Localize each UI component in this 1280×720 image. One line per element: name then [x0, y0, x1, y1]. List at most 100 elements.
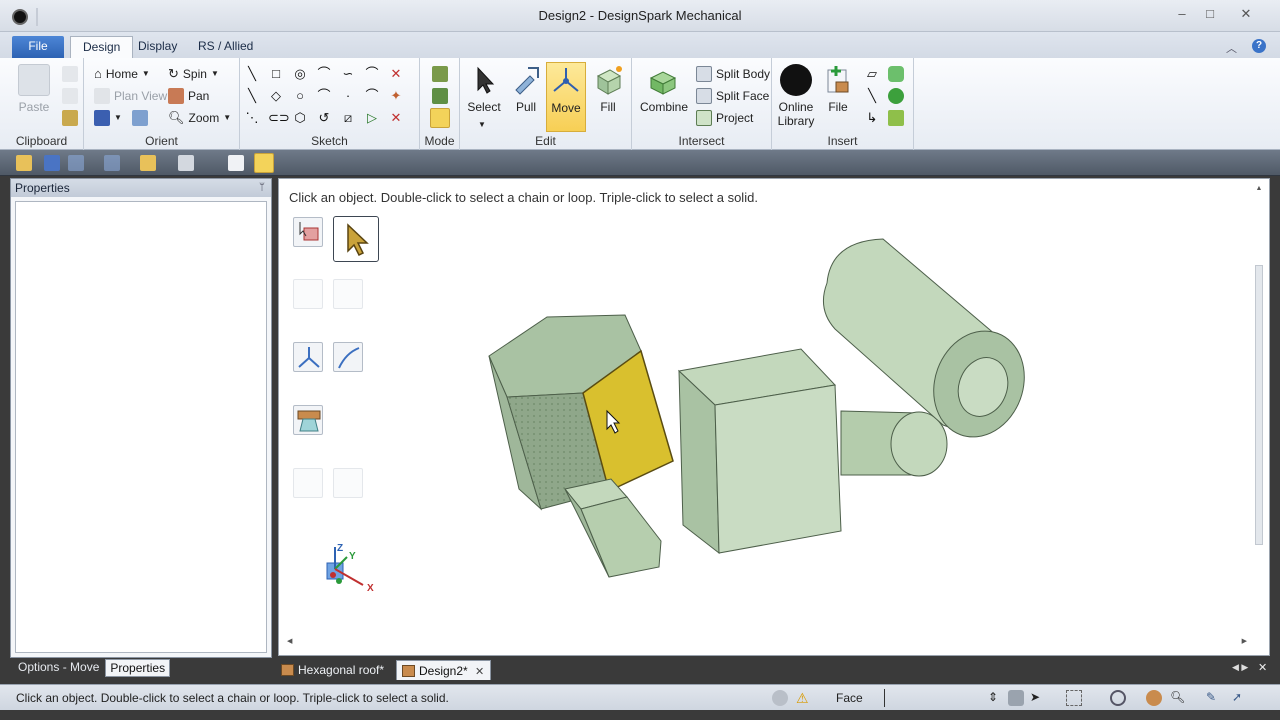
- plane-icon[interactable]: ▱: [864, 66, 880, 82]
- copy-icon[interactable]: [62, 88, 78, 104]
- slot-icon[interactable]: ⊂⊃: [268, 110, 290, 126]
- sphere-icon[interactable]: [888, 88, 904, 104]
- stop-icon[interactable]: [772, 690, 788, 706]
- vertical-scroll-thumb[interactable]: [1255, 265, 1263, 545]
- open-recent-icon[interactable]: [140, 155, 156, 171]
- split-face-button[interactable]: Split Face: [696, 86, 769, 106]
- doc-tab-hexagonal-roof[interactable]: Hexagonal roof*: [276, 660, 390, 680]
- shell-icon[interactable]: [888, 110, 904, 126]
- insert-file-button[interactable]: File: [818, 62, 858, 114]
- format-painter-icon[interactable]: [62, 110, 78, 126]
- section-view-icon[interactable]: [1110, 690, 1126, 706]
- online-library-button[interactable]: Online Library: [776, 62, 816, 128]
- sketch-grid-toggle-icon[interactable]: [254, 153, 274, 173]
- create-rounded-corner-icon[interactable]: ▷: [364, 110, 380, 126]
- pull-button[interactable]: Pull: [506, 62, 546, 114]
- selection-filter-value[interactable]: Face: [836, 691, 863, 705]
- small-cylinder-body[interactable]: [840, 410, 948, 477]
- axis-icon[interactable]: ╲: [864, 88, 880, 104]
- three-point-rectangle-icon[interactable]: ◇: [268, 88, 284, 104]
- sketch-mode-icon[interactable]: [432, 66, 448, 82]
- circle-icon[interactable]: ◎: [292, 66, 308, 82]
- zoom-button[interactable]: 🔍︎ Zoom ▼: [168, 108, 231, 128]
- arrow-tool-icon[interactable]: ➚: [1232, 690, 1248, 706]
- scroll-selection-icon[interactable]: ⇕: [988, 690, 1004, 706]
- save-icon[interactable]: [44, 155, 60, 171]
- tab-design[interactable]: Design: [70, 36, 134, 58]
- view-cube-button[interactable]: ▼: [94, 108, 148, 128]
- wedge-body[interactable]: [564, 478, 662, 578]
- minimize-button[interactable]: –: [1168, 5, 1196, 23]
- design-viewport[interactable]: Click an object. Double-click to select …: [278, 178, 1270, 656]
- zoom-status-icon[interactable]: 🔍︎: [1170, 690, 1186, 706]
- three-point-arc-icon[interactable]: ↺: [316, 110, 332, 126]
- properties-toggle-icon[interactable]: [228, 155, 244, 171]
- select-mode-icon[interactable]: ➤: [1030, 690, 1046, 706]
- trim-icon[interactable]: ✕: [388, 66, 404, 82]
- close-window-button[interactable]: ✕: [1232, 5, 1260, 23]
- box-select-icon[interactable]: [1066, 690, 1082, 706]
- line-icon[interactable]: ╲: [244, 66, 260, 82]
- paste-button[interactable]: Paste: [14, 62, 54, 114]
- pin-icon[interactable]: ᛘ: [259, 182, 265, 193]
- pencil-icon[interactable]: ✎: [1206, 690, 1222, 706]
- select-chevron-down-icon[interactable]: ▼: [478, 120, 486, 129]
- combine-button[interactable]: Combine: [640, 62, 688, 114]
- section-mode-icon[interactable]: [432, 88, 448, 104]
- maximize-button[interactable]: □: [1196, 5, 1224, 23]
- vertical-scrollbar[interactable]: ▲: [1253, 185, 1265, 625]
- offset-curve-icon[interactable]: ⌒: [364, 88, 380, 104]
- scroll-right-icon[interactable]: ▶: [1242, 637, 1247, 645]
- close-tab-icon[interactable]: ✕: [475, 666, 484, 678]
- scroll-up-icon[interactable]: ▲: [1253, 185, 1265, 192]
- split-line-icon[interactable]: ✕: [388, 110, 404, 126]
- rectangle-icon[interactable]: □: [268, 66, 284, 82]
- tab-options-move[interactable]: Options - Move: [14, 659, 103, 677]
- spline-icon[interactable]: ∽: [340, 66, 356, 82]
- sweep-arc-icon[interactable]: ⌒: [316, 88, 332, 104]
- project-button[interactable]: Project: [696, 108, 753, 128]
- construction-line-icon[interactable]: ⋱: [244, 110, 260, 126]
- print-icon[interactable]: [178, 155, 194, 171]
- split-body-button[interactable]: Split Body: [696, 64, 770, 84]
- spin-button[interactable]: ↻ Spin ▼: [168, 64, 219, 84]
- project-to-sketch-icon[interactable]: ⧄: [340, 110, 356, 126]
- plan-view-button[interactable]: Plan View: [94, 86, 167, 106]
- point-icon[interactable]: ·: [340, 88, 356, 104]
- ellipse-icon[interactable]: ○: [292, 88, 308, 104]
- bend-icon[interactable]: ✦: [388, 88, 404, 104]
- pan-button[interactable]: Pan: [168, 86, 209, 106]
- tab-display[interactable]: Display: [126, 36, 189, 58]
- undo-icon[interactable]: [68, 155, 84, 171]
- display-style-icon[interactable]: [1146, 690, 1162, 706]
- tab-rs-allied[interactable]: RS / Allied: [186, 36, 265, 58]
- origin-icon[interactable]: ↳: [864, 110, 880, 126]
- horizontal-scrollbar[interactable]: ◀ ▶: [287, 637, 1247, 649]
- tangent-line-icon[interactable]: ╲: [244, 88, 260, 104]
- doc-tab-design2[interactable]: Design2* ✕: [396, 660, 492, 680]
- tangent-arc-icon[interactable]: ⌒: [364, 66, 380, 82]
- tab-properties[interactable]: Properties: [105, 659, 171, 677]
- home-button[interactable]: ⌂ Home ▼: [94, 64, 150, 84]
- collapse-ribbon-icon[interactable]: ︿: [1226, 40, 1237, 56]
- cut-icon[interactable]: [62, 66, 78, 82]
- open-folder-icon[interactable]: [16, 155, 32, 171]
- arc-icon[interactable]: ⌒: [316, 66, 332, 82]
- tab-file[interactable]: File: [12, 36, 64, 58]
- move-button[interactable]: Move: [546, 62, 586, 132]
- 3d-mode-icon[interactable]: [430, 108, 450, 128]
- scroll-left-icon[interactable]: ◀: [287, 637, 292, 645]
- warning-icon[interactable]: ⚠: [796, 690, 812, 706]
- hex-prism-body[interactable]: [488, 314, 674, 511]
- close-document-icon[interactable]: ✕: [1258, 661, 1267, 674]
- redo-icon[interactable]: [104, 155, 120, 171]
- fill-button[interactable]: Fill: [588, 62, 628, 114]
- cylinder-icon[interactable]: [888, 66, 904, 82]
- tab-scroll-left-icon[interactable]: ◀ ▶: [1232, 662, 1248, 673]
- model-scene[interactable]: [279, 179, 1269, 655]
- box-body[interactable]: [677, 348, 842, 555]
- help-icon[interactable]: ?: [1252, 39, 1266, 53]
- select-button[interactable]: Select: [464, 62, 504, 114]
- polygon-icon[interactable]: ⬡: [292, 110, 308, 126]
- select-similar-icon[interactable]: [1008, 690, 1024, 706]
